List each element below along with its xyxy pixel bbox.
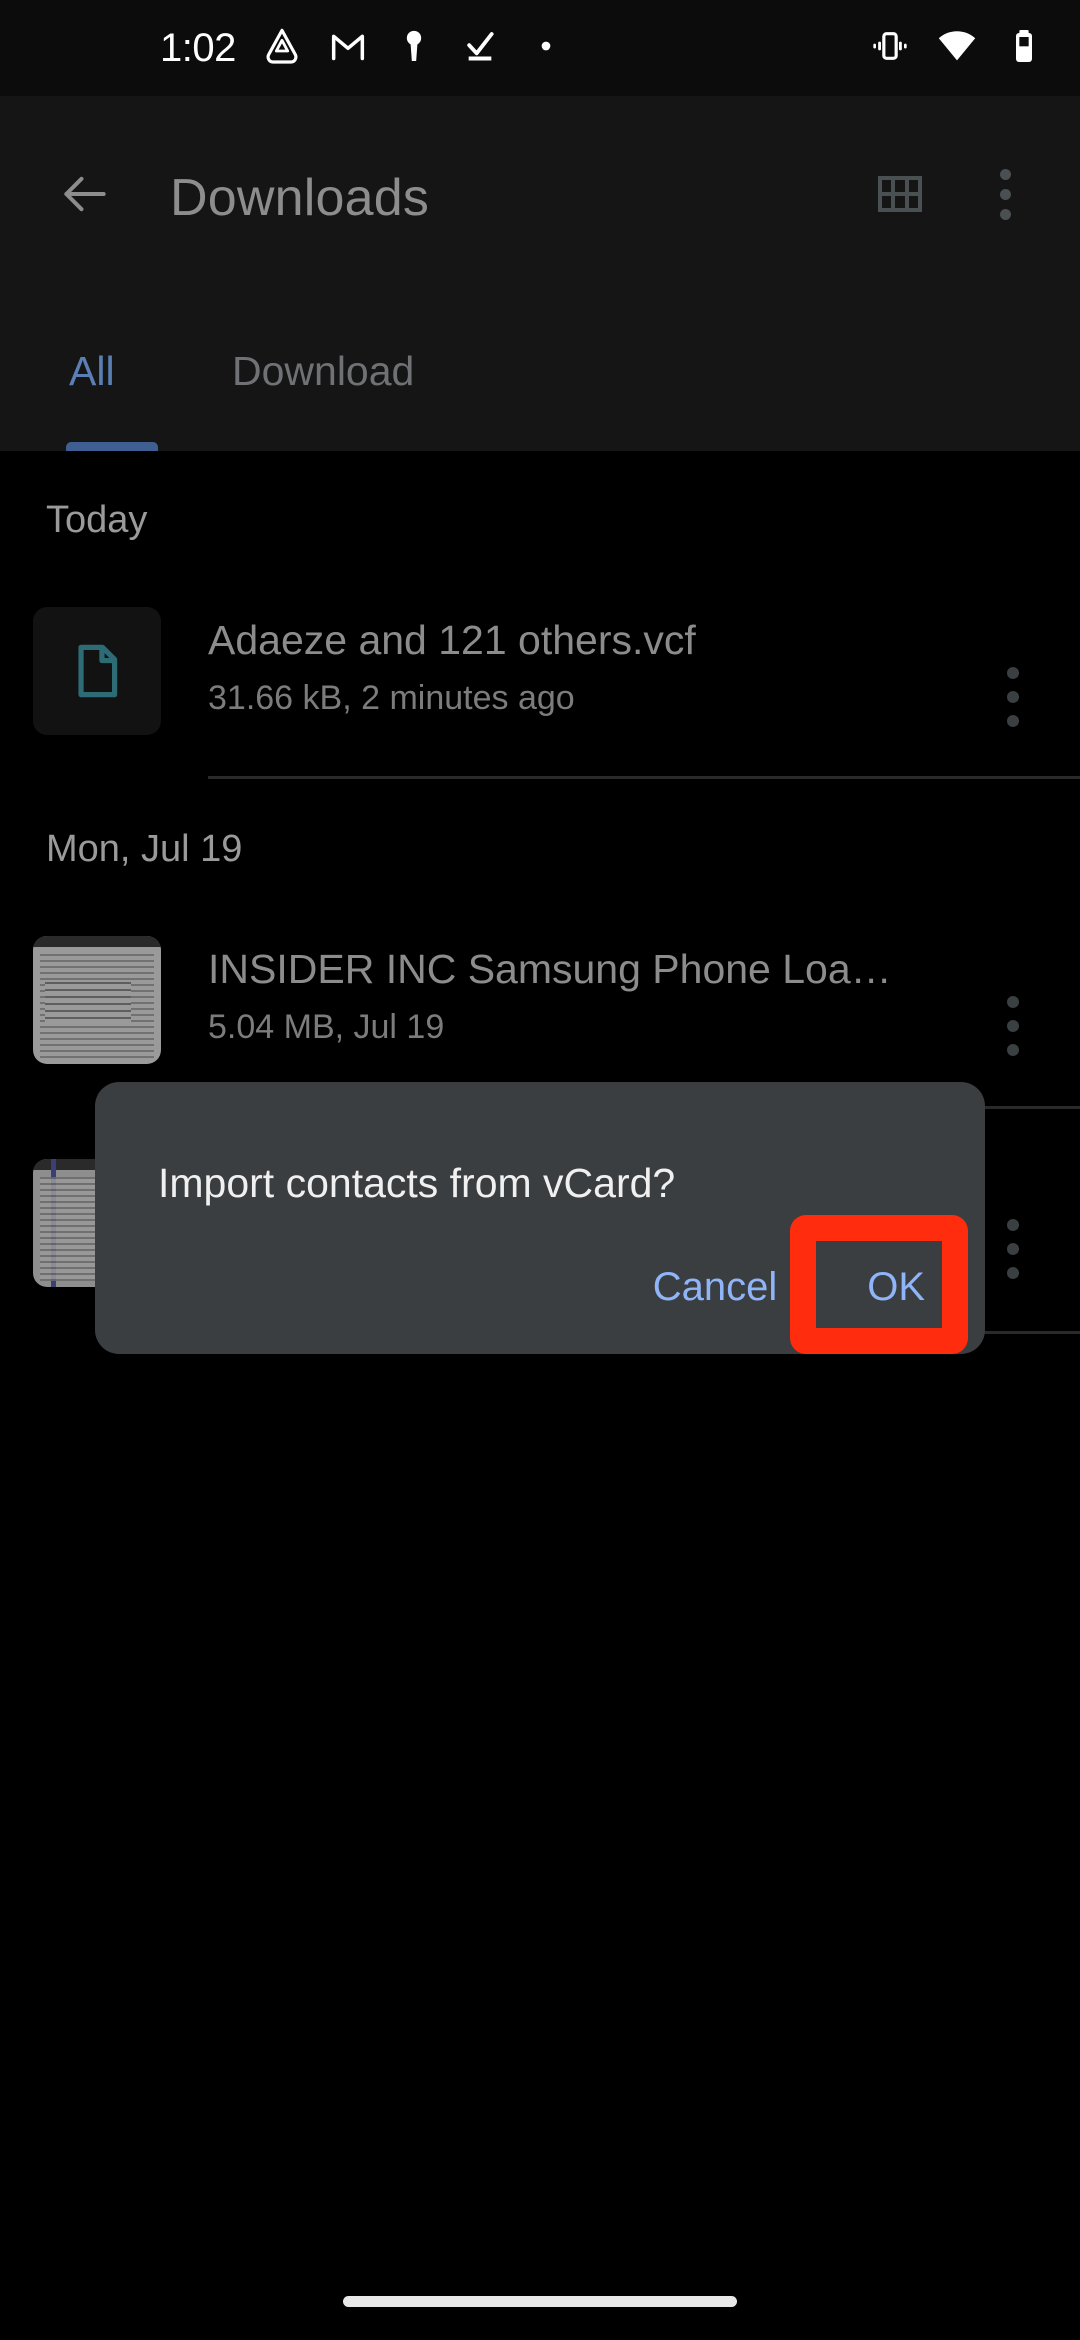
- menu-dot: [1007, 1267, 1019, 1279]
- dialog-message: Import contacts from vCard?: [158, 1160, 676, 1206]
- list-divider: [208, 776, 1080, 779]
- menu-dot: [1007, 715, 1019, 727]
- menu-dot: [1007, 1219, 1019, 1231]
- tab-bar: All Download: [0, 291, 1080, 451]
- menu-dot: [1007, 1020, 1019, 1032]
- status-bar: 1:02: [0, 0, 1080, 96]
- overflow-dot: [999, 168, 1011, 180]
- list-item-text: INSIDER INC Samsung Phone Loa… 5.04 MB, …: [208, 942, 930, 1054]
- battery-icon: [1004, 26, 1044, 71]
- ok-button[interactable]: OK: [833, 1247, 959, 1328]
- grid-view-button[interactable]: [857, 151, 943, 237]
- list-item-menu-button[interactable]: [970, 649, 1056, 745]
- tab-all[interactable]: All: [69, 291, 115, 451]
- phone-screen: 1:02 Downloads All Download Today Adaeze…: [0, 0, 1080, 2340]
- home-gesture-pill[interactable]: [343, 2296, 737, 2307]
- overflow-dot: [999, 208, 1011, 220]
- wifi-icon: [936, 25, 978, 72]
- vibrate-icon: [870, 26, 910, 71]
- gmail-icon: [328, 26, 368, 71]
- menu-dot: [1007, 996, 1019, 1008]
- tab-download-label: Download: [232, 347, 415, 394]
- status-clock: 1:02: [160, 25, 236, 70]
- menu-dot: [1007, 667, 1019, 679]
- thumb-text-block: [45, 982, 131, 1022]
- section-header-today: Today: [46, 499, 148, 541]
- document-thumbnail: [33, 936, 161, 1064]
- tab-download[interactable]: Download: [232, 291, 414, 451]
- list-item-title: INSIDER INC Samsung Phone Loa…: [208, 946, 892, 992]
- list-item-subtitle: 5.04 MB, Jul 19: [208, 1008, 445, 1046]
- status-bar-right: [870, 0, 1044, 96]
- checkmark-icon: [460, 26, 500, 71]
- section-header-jul19: Mon, Jul 19: [46, 828, 243, 870]
- overflow-menu-button[interactable]: [962, 151, 1048, 237]
- list-item-text: Adaeze and 121 others.vcf 31.66 kB, 2 mi…: [208, 613, 930, 725]
- downloads-list[interactable]: Today Adaeze and 121 others.vcf 31.66 kB…: [0, 451, 1080, 2340]
- grid-icon: [878, 176, 922, 212]
- keyhole-icon: [394, 26, 434, 71]
- app-bar: Downloads: [0, 96, 1080, 291]
- menu-dot: [1007, 691, 1019, 703]
- tab-all-label: All: [69, 347, 115, 394]
- back-button[interactable]: [42, 151, 128, 237]
- menu-dot: [1007, 1243, 1019, 1255]
- dialog-actions: Cancel OK: [619, 1247, 959, 1328]
- import-contacts-dialog: Import contacts from vCard? Cancel OK: [95, 1082, 985, 1354]
- vcard-file-icon: [33, 607, 161, 735]
- thumb-header-strip: [33, 936, 161, 947]
- page-title: Downloads: [170, 169, 430, 227]
- list-item[interactable]: Adaeze and 121 others.vcf 31.66 kB, 2 mi…: [0, 599, 1080, 799]
- overflow-dot: [999, 188, 1011, 200]
- tab-selected-indicator: [66, 442, 158, 451]
- list-item-menu-button[interactable]: [970, 978, 1056, 1074]
- list-item-title: Adaeze and 121 others.vcf: [208, 617, 696, 663]
- drive-icon: [262, 26, 302, 71]
- cancel-button[interactable]: Cancel: [619, 1247, 812, 1328]
- status-bar-left: 1:02: [160, 26, 566, 71]
- list-item-subtitle: 31.66 kB, 2 minutes ago: [208, 679, 575, 717]
- menu-dot: [1007, 1044, 1019, 1056]
- dot-icon: [526, 26, 566, 71]
